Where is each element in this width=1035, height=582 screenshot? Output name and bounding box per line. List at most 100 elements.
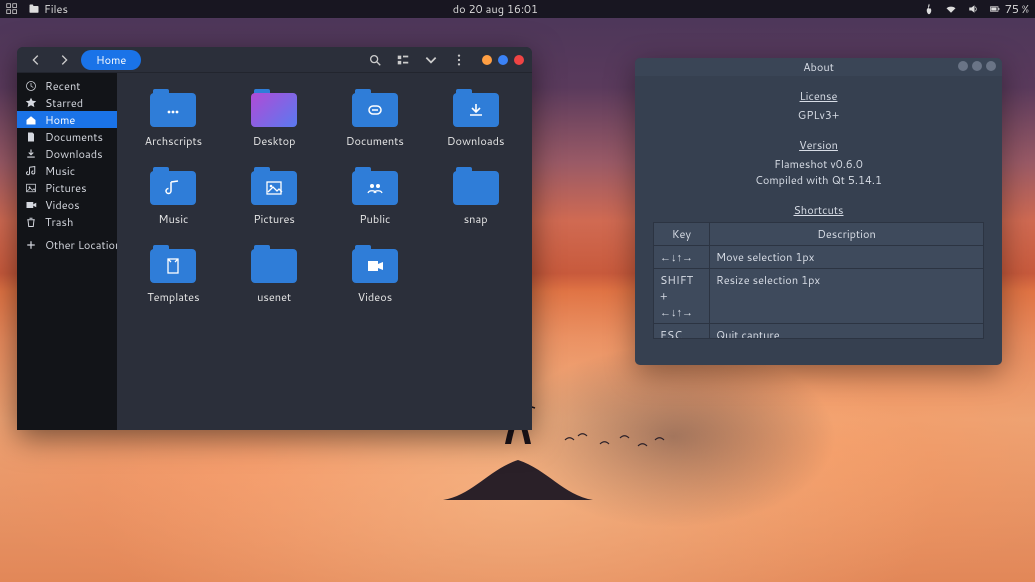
version-value-2: Compiled with Qt 5.14.1 bbox=[653, 172, 984, 188]
shortcuts-heading: Shortcuts bbox=[653, 202, 984, 218]
folder-desktop[interactable]: Desktop bbox=[224, 89, 325, 149]
folder-icon bbox=[251, 89, 297, 127]
maximize-button[interactable] bbox=[498, 55, 508, 65]
about-title: About bbox=[803, 59, 834, 75]
sidebar-item-downloads[interactable]: Downloads bbox=[17, 145, 117, 162]
folder-pictures[interactable]: Pictures bbox=[224, 167, 325, 227]
sidebar-item-label: Starred bbox=[45, 95, 83, 111]
minimize-button[interactable] bbox=[482, 55, 492, 65]
battery-indicator[interactable]: 75 % bbox=[989, 1, 1029, 17]
clock[interactable]: do 20 aug 16:01 bbox=[68, 1, 923, 17]
search-icon bbox=[368, 53, 382, 67]
folder-label: Public bbox=[359, 211, 390, 227]
license-value: GPLv3+ bbox=[653, 107, 984, 123]
sidebar-item-documents[interactable]: Documents bbox=[17, 128, 117, 145]
folder-usenet[interactable]: usenet bbox=[224, 245, 325, 305]
sidebar-item-label: Trash bbox=[45, 214, 73, 230]
chevron-down-icon bbox=[424, 53, 438, 67]
folder-icon bbox=[150, 167, 196, 205]
sidebar-item-starred[interactable]: Starred bbox=[17, 94, 117, 111]
battery-icon bbox=[989, 3, 1001, 15]
folder-icon bbox=[150, 245, 196, 283]
battery-label: 75 % bbox=[1005, 1, 1029, 17]
version-value-1: Flameshot v0.6.0 bbox=[653, 156, 984, 172]
folder-templates[interactable]: Templates bbox=[123, 245, 224, 305]
sidebar-item-music[interactable]: Music bbox=[17, 162, 117, 179]
folder-label: Documents bbox=[346, 133, 404, 149]
shortcut-desc: Move selection 1px bbox=[710, 246, 983, 268]
folder-icon bbox=[453, 89, 499, 127]
download-icon bbox=[25, 148, 37, 160]
folder-icon bbox=[251, 245, 297, 283]
view-options-button[interactable] bbox=[420, 49, 442, 71]
flame-indicator-icon[interactable] bbox=[923, 3, 935, 15]
folder-snap[interactable]: snap bbox=[425, 167, 526, 227]
minimize-button[interactable] bbox=[958, 61, 968, 71]
folder-icon bbox=[352, 89, 398, 127]
top-panel: Files do 20 aug 16:01 75 % bbox=[0, 0, 1035, 18]
sidebar-item-label: Recent bbox=[45, 78, 80, 94]
video-icon bbox=[25, 199, 37, 211]
sidebar-item-trash[interactable]: Trash bbox=[17, 213, 117, 230]
sidebar-item-recent[interactable]: Recent bbox=[17, 77, 117, 94]
files-headerbar: Home bbox=[17, 47, 532, 73]
sidebar-item-other-locations[interactable]: Other Locations bbox=[17, 236, 117, 253]
sidebar-item-home[interactable]: Home bbox=[17, 111, 117, 128]
kebab-icon bbox=[452, 53, 466, 67]
folder-label: snap bbox=[464, 211, 488, 227]
version-heading: Version bbox=[653, 137, 984, 153]
sidebar-item-videos[interactable]: Videos bbox=[17, 196, 117, 213]
sidebar-item-label: Other Locations bbox=[45, 237, 127, 253]
folder-label: Downloads bbox=[447, 133, 505, 149]
folder-downloads[interactable]: Downloads bbox=[425, 89, 526, 149]
folder-videos[interactable]: Videos bbox=[325, 245, 426, 305]
about-body: License GPLv3+ Version Flameshot v0.6.0 … bbox=[635, 76, 1002, 365]
music-icon bbox=[25, 165, 37, 177]
home-icon bbox=[25, 114, 37, 126]
folder-documents[interactable]: Documents bbox=[325, 89, 426, 149]
back-button[interactable] bbox=[25, 49, 47, 71]
sidebar-item-pictures[interactable]: Pictures bbox=[17, 179, 117, 196]
close-button[interactable] bbox=[514, 55, 524, 65]
shortcut-row: ←↓↑→Move selection 1px bbox=[654, 246, 983, 269]
sidebar-item-label: Documents bbox=[45, 129, 103, 145]
folder-icon bbox=[453, 167, 499, 205]
sidebar-item-label: Home bbox=[45, 112, 75, 128]
shortcuts-table: Key Description ←↓↑→Move selection 1pxSH… bbox=[653, 222, 984, 339]
shortcuts-col-key: Key bbox=[654, 223, 710, 245]
folder-label: Pictures bbox=[253, 211, 295, 227]
files-content[interactable]: Archscripts Desktop Documents Downloads Musi… bbox=[117, 73, 532, 430]
path-bar-home[interactable]: Home bbox=[81, 50, 141, 70]
folder-icon bbox=[251, 167, 297, 205]
hamburger-menu-button[interactable] bbox=[448, 49, 470, 71]
folder-label: Desktop bbox=[253, 133, 296, 149]
activities-button[interactable] bbox=[6, 3, 18, 15]
star-icon bbox=[25, 97, 37, 109]
volume-indicator-icon[interactable] bbox=[967, 3, 979, 15]
search-button[interactable] bbox=[364, 49, 386, 71]
app-menu[interactable]: Files bbox=[28, 1, 68, 17]
folder-music[interactable]: Music bbox=[123, 167, 224, 227]
sidebar-item-label: Videos bbox=[45, 197, 80, 213]
shortcut-desc: Quit capture bbox=[710, 324, 983, 338]
network-indicator-icon[interactable] bbox=[945, 3, 957, 15]
view-mode-button[interactable] bbox=[392, 49, 414, 71]
folder-archscripts[interactable]: Archscripts bbox=[123, 89, 224, 149]
folder-icon bbox=[352, 245, 398, 283]
shortcut-row: SHIFT + ←↓↑→Resize selection 1px bbox=[654, 269, 983, 324]
maximize-button[interactable] bbox=[972, 61, 982, 71]
about-titlebar[interactable]: About bbox=[635, 58, 1002, 76]
forward-button[interactable] bbox=[53, 49, 75, 71]
plus-icon bbox=[25, 239, 37, 251]
path-bar-label: Home bbox=[96, 52, 126, 68]
folder-label: Videos bbox=[358, 289, 393, 305]
folder-label: usenet bbox=[257, 289, 291, 305]
sidebar-item-label: Music bbox=[45, 163, 75, 179]
folder-label: Archscripts bbox=[145, 133, 202, 149]
folder-public[interactable]: Public bbox=[325, 167, 426, 227]
clock-icon bbox=[25, 80, 37, 92]
close-button[interactable] bbox=[986, 61, 996, 71]
shortcut-key: ←↓↑→ bbox=[654, 246, 710, 268]
shortcut-desc: Resize selection 1px bbox=[710, 269, 983, 323]
app-menu-label: Files bbox=[44, 1, 68, 17]
